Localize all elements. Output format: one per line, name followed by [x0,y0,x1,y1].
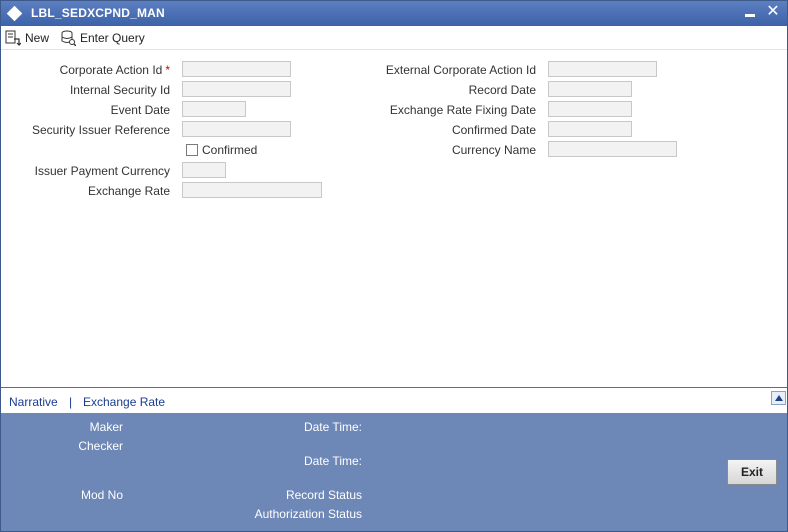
security-issuer-reference-label: Security Issuer Reference [31,123,170,137]
new-document-icon [5,30,21,46]
scroll-up-icon[interactable] [771,391,786,405]
link-bar: Narrative | Exchange Rate [1,391,787,413]
currency-name-label: Currency Name [451,143,536,157]
audit-footer: Maker Checker Date Time: Date Time: Mod … [1,413,787,531]
event-date-label: Event Date [110,103,170,117]
record-status-label: Record Status [285,488,362,502]
event-date-input[interactable] [182,101,246,117]
link-separator: | [69,395,73,409]
mod-no-label: Mod No [80,488,123,502]
checker-date-time-label: Date Time: [303,454,362,468]
close-icon[interactable]: ✕ [765,3,781,21]
external-corporate-action-id-input[interactable] [548,61,657,77]
maker-label: Maker [89,420,123,434]
confirmed-checkbox[interactable] [186,144,198,156]
exchange-rate-link[interactable]: Exchange Rate [83,395,165,409]
section-divider [1,387,787,388]
form-area: Corporate Action Id * Internal Security I… [1,51,787,387]
enter-query-icon [61,30,76,46]
title-bar[interactable]: LBL_SEDXCPND_MAN ✕ [1,1,787,26]
diamond-icon [6,5,23,22]
exchange-rate-label: Exchange Rate [87,184,170,198]
record-date-label: Record Date [468,83,536,97]
exchange-rate-fixing-date-input[interactable] [548,101,632,117]
authorization-status-label: Authorization Status [254,507,362,521]
confirmed-checkbox-row[interactable]: Confirmed [186,143,257,157]
corporate-action-id-label: Corporate Action Id * [59,63,170,77]
minimize-icon[interactable] [745,14,755,17]
confirmed-label: Confirmed [202,143,258,157]
confirmed-date-input[interactable] [548,121,632,137]
narrative-link[interactable]: Narrative [9,395,58,409]
security-issuer-reference-input[interactable] [182,121,291,137]
dialog-window: LBL_SEDXCPND_MAN ✕ New Enter Query Corpo… [0,0,788,532]
required-marker: * [165,63,170,77]
internal-security-id-label: Internal Security Id [69,83,170,97]
confirmed-date-label: Confirmed Date [451,123,536,137]
corporate-action-id-input[interactable] [182,61,291,77]
external-corporate-action-id-label: External Corporate Action Id [385,63,536,77]
exit-button[interactable]: Exit [727,459,777,485]
currency-name-input[interactable] [548,141,677,157]
exchange-rate-input[interactable] [182,182,322,198]
enter-query-button[interactable]: Enter Query [60,29,145,47]
enter-query-label: Enter Query [80,31,145,45]
new-button[interactable]: New [5,29,49,47]
new-button-label: New [25,31,50,45]
record-date-input[interactable] [548,81,632,97]
maker-date-time-label: Date Time: [303,420,362,434]
checker-label: Checker [78,439,123,453]
window-title: LBL_SEDXCPND_MAN [31,6,165,20]
issuer-payment-currency-label: Issuer Payment Currency [34,164,170,178]
exchange-rate-fixing-date-label: Exchange Rate Fixing Date [389,103,536,117]
toolbar: New Enter Query [1,26,787,50]
internal-security-id-input[interactable] [182,81,291,97]
issuer-payment-currency-input[interactable] [182,162,226,178]
